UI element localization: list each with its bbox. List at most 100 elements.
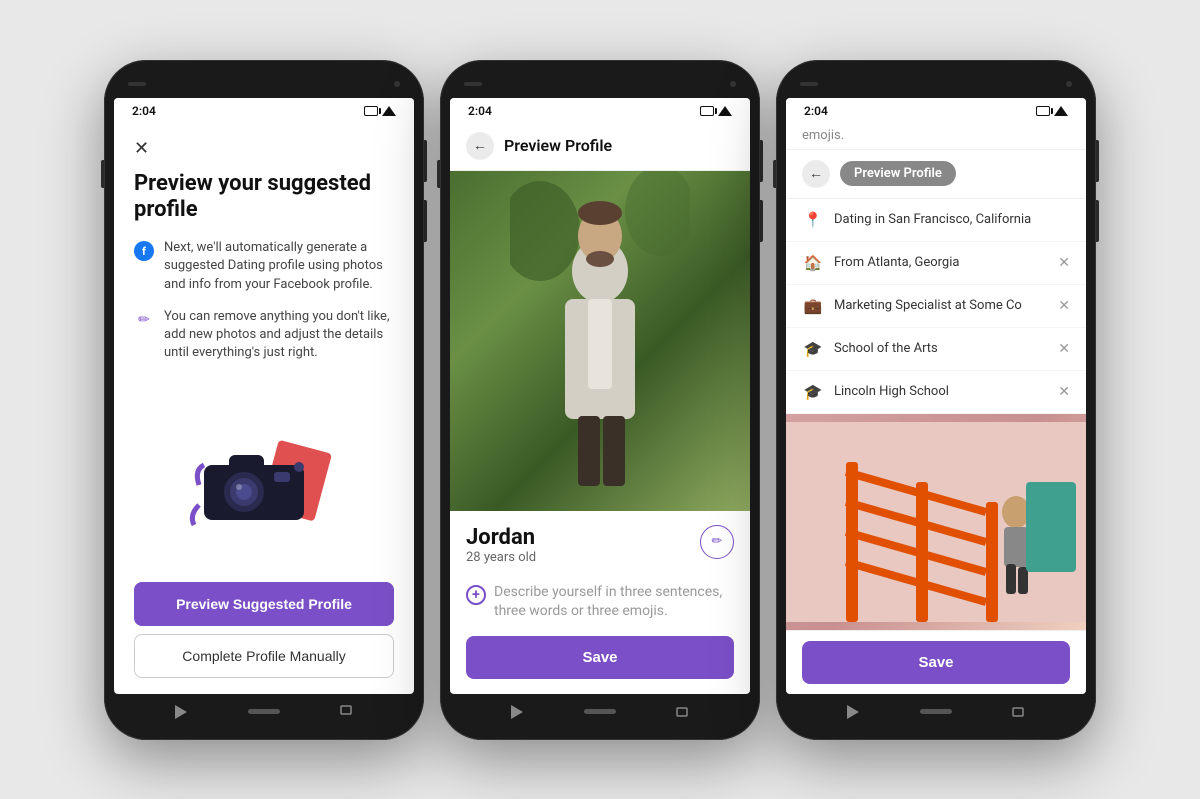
phone-1: 2:04 ✕ Preview your suggested profile f …	[104, 60, 424, 740]
battery-icon	[364, 106, 378, 116]
screen3-bottom: Save	[786, 630, 1086, 694]
info-text-facebook: Next, we'll automatically generate a sug…	[164, 239, 394, 294]
profile-info-card: Jordan 28 years old ✏ + Describe yoursel…	[450, 511, 750, 693]
status-icons-2	[700, 106, 732, 116]
status-icons-3	[1036, 106, 1068, 116]
back-nav-btn-2[interactable]	[508, 702, 528, 722]
battery-icon-2	[700, 106, 714, 116]
detail-row-home: 🏠 From Atlanta, Georgia ✕	[786, 242, 1086, 285]
person-name: Jordan	[466, 525, 536, 550]
time-1: 2:04	[132, 104, 156, 118]
time-3: 2:04	[804, 104, 828, 118]
home-pill-2[interactable]	[584, 709, 616, 714]
person-age: 28 years old	[466, 550, 536, 565]
detail-row-school1: 🎓 School of the Arts ✕	[786, 328, 1086, 371]
add-bio-icon[interactable]: +	[466, 585, 486, 605]
complete-profile-manually-button[interactable]: Complete Profile Manually	[134, 634, 394, 678]
screen2-header-title: Preview Profile	[504, 136, 612, 155]
phones-container: 2:04 ✕ Preview your suggested profile f …	[104, 60, 1096, 740]
volume-button-2	[437, 160, 440, 188]
speaker	[128, 82, 146, 86]
info-item-facebook: f Next, we'll automatically generate a s…	[134, 239, 394, 294]
recents-nav-btn-3[interactable]	[1008, 702, 1028, 722]
status-bar-3: 2:04	[786, 98, 1086, 122]
pencil-icon: ✏	[134, 310, 154, 330]
detail-row-location: 📍 Dating in San Francisco, California	[786, 199, 1086, 242]
volume-button	[101, 160, 104, 188]
profile-photo	[450, 171, 750, 511]
graduation-icon-2: 🎓	[802, 381, 824, 403]
stairs-scene	[786, 422, 1086, 622]
bio-add-row[interactable]: + Describe yourself in three sentences, …	[466, 583, 734, 622]
power-button-2	[424, 200, 427, 242]
close-icon[interactable]: ✕	[134, 138, 394, 159]
recents-nav-btn-2[interactable]	[672, 702, 692, 722]
save-button-2[interactable]: Save	[466, 636, 734, 679]
facebook-icon: f	[134, 241, 154, 261]
power-button	[424, 140, 427, 182]
power-button-4	[760, 200, 763, 242]
power-button-5	[1096, 140, 1099, 182]
notch-bar-3	[786, 70, 1086, 98]
remove-job-button[interactable]: ✕	[1058, 298, 1070, 314]
back-nav-btn-3[interactable]	[844, 702, 864, 722]
bottom-bar-1	[114, 694, 414, 730]
speaker-2	[464, 82, 482, 86]
battery-icon-3	[1036, 106, 1050, 116]
graduation-icon-1: 🎓	[802, 338, 824, 360]
detail-text-location: Dating in San Francisco, California	[834, 212, 1070, 227]
notch-bar	[114, 70, 414, 98]
home-pill-3[interactable]	[920, 709, 952, 714]
back-button-3[interactable]: ←	[802, 160, 830, 188]
emoji-text: emojis.	[786, 122, 1086, 150]
bottom-bar-2	[450, 694, 750, 730]
signal-icon-2	[718, 106, 732, 116]
edit-profile-button[interactable]: ✏	[700, 525, 734, 559]
notch-bar-2	[450, 70, 750, 98]
phone-2-screen: 2:04 ← Preview Profile	[450, 98, 750, 694]
volume-button-3	[773, 160, 776, 188]
remove-school2-button[interactable]: ✕	[1058, 384, 1070, 400]
remove-home-button[interactable]: ✕	[1058, 255, 1070, 271]
home-pill[interactable]	[248, 709, 280, 714]
remove-school1-button[interactable]: ✕	[1058, 341, 1070, 357]
phone-3: 2:04 emojis. ← Preview Profile 📍 Dating …	[776, 60, 1096, 740]
back-button-2[interactable]: ←	[466, 132, 494, 160]
person-figure	[510, 171, 690, 511]
power-button-6	[1096, 200, 1099, 242]
detail-text-school1: School of the Arts	[834, 341, 1048, 356]
phone-2: 2:04 ← Preview Profile	[440, 60, 760, 740]
bio-placeholder-text: Describe yourself in three sentences, th…	[494, 583, 734, 622]
screen3-header: ← Preview Profile	[786, 150, 1086, 199]
status-icons-1	[364, 106, 396, 116]
camera-svg	[184, 415, 344, 535]
speaker-3	[800, 82, 818, 86]
preview-suggested-profile-button[interactable]: Preview Suggested Profile	[134, 582, 394, 626]
detail-row-school2: 🎓 Lincoln High School ✕	[786, 371, 1086, 414]
screen2-header: ← Preview Profile	[450, 122, 750, 171]
phone-1-screen: 2:04 ✕ Preview your suggested profile f …	[114, 98, 414, 694]
camera-illustration	[134, 384, 394, 565]
save-button-3[interactable]: Save	[802, 641, 1070, 684]
front-camera-3	[1066, 81, 1072, 87]
profile-name: Jordan 28 years old	[466, 525, 536, 579]
recents-nav-btn[interactable]	[336, 702, 356, 722]
time-2: 2:04	[468, 104, 492, 118]
detail-text-job: Marketing Specialist at Some Co	[834, 298, 1048, 313]
front-camera-2	[730, 81, 736, 87]
detail-text-home: From Atlanta, Georgia	[834, 255, 1048, 270]
briefcase-icon: 💼	[802, 295, 824, 317]
detail-row-job: 💼 Marketing Specialist at Some Co ✕	[786, 285, 1086, 328]
signal-icon-3	[1054, 106, 1068, 116]
profile-name-row: Jordan 28 years old ✏	[466, 525, 734, 579]
profile-image-area	[450, 171, 750, 511]
status-bar-2: 2:04	[450, 98, 750, 122]
status-bar-1: 2:04	[114, 98, 414, 122]
detail-text-school2: Lincoln High School	[834, 384, 1048, 399]
profile-details-list: 📍 Dating in San Francisco, California 🏠 …	[786, 199, 1086, 414]
back-nav-btn[interactable]	[172, 702, 192, 722]
phone-3-screen: 2:04 emojis. ← Preview Profile 📍 Dating …	[786, 98, 1086, 694]
home-icon: 🏠	[802, 252, 824, 274]
screen1-content: ✕ Preview your suggested profile f Next,…	[114, 122, 414, 694]
info-text-pencil: You can remove anything you don't like, …	[164, 308, 394, 363]
